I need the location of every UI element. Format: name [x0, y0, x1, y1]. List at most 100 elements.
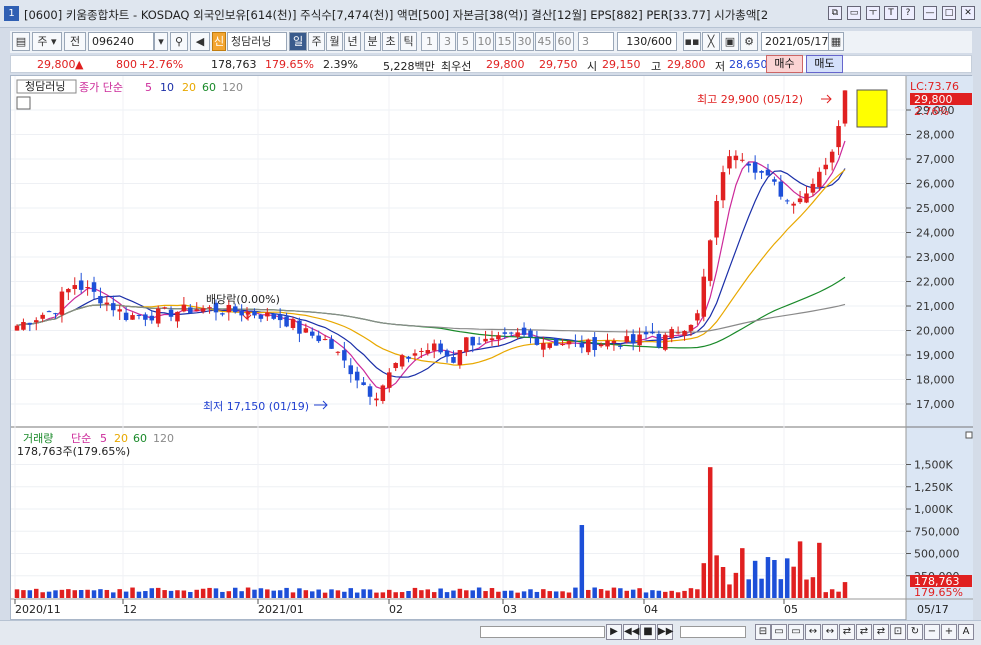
custom-period-select[interactable]: 3: [578, 32, 614, 51]
tool-icon-5[interactable]: ↔: [822, 624, 838, 640]
timeframe-week[interactable]: 주: [308, 32, 325, 51]
candle-body: [573, 340, 578, 342]
restore-icon[interactable]: ▭: [847, 6, 861, 20]
volume-bar: [354, 592, 360, 598]
volume-bar: [412, 587, 418, 598]
candle-body: [784, 200, 790, 202]
minute-30[interactable]: 30: [515, 32, 534, 51]
stock-chart[interactable]: 29,00028,00027,00026,00025,00024,00023,0…: [11, 76, 973, 621]
tool-icon-7[interactable]: ⇄: [856, 624, 872, 640]
draw-tool-icon[interactable]: ╳: [702, 32, 720, 51]
tool-icon-8[interactable]: ⇄: [873, 624, 889, 640]
minute-10[interactable]: 10: [475, 32, 494, 51]
sell-button[interactable]: 매도: [806, 55, 843, 73]
candle-body: [40, 314, 45, 319]
candle-body: [59, 291, 65, 315]
period-type-select[interactable]: 주 ▾: [32, 32, 62, 51]
minute-15[interactable]: 15: [495, 32, 514, 51]
speaker-icon[interactable]: ◀: [190, 32, 210, 51]
volume-bar: [733, 572, 739, 598]
tool-icon-4[interactable]: ↔: [805, 624, 821, 640]
zoom-out-icon[interactable]: −: [924, 624, 940, 640]
minute-5[interactable]: 5: [457, 32, 474, 51]
layout-icon[interactable]: ▤: [12, 32, 30, 51]
timeframe-day[interactable]: 일: [289, 32, 307, 51]
grid-lines: [11, 76, 906, 599]
minute-1[interactable]: 1: [421, 32, 438, 51]
tool-icon-9[interactable]: ⊡: [890, 624, 906, 640]
search-icon[interactable]: ⚲: [170, 32, 188, 51]
panel-menu-icon[interactable]: [965, 431, 973, 439]
timeframe-month[interactable]: 월: [326, 32, 343, 51]
candle-body: [637, 334, 642, 346]
scroll-track[interactable]: [480, 626, 605, 638]
stop-icon[interactable]: ■: [640, 624, 656, 640]
forward-icon[interactable]: ▶▶: [657, 624, 673, 640]
volume-bar: [252, 589, 257, 598]
highlight-box[interactable]: [856, 89, 888, 128]
zoom-slider[interactable]: [680, 626, 746, 638]
all-market-button[interactable]: 전: [64, 32, 86, 51]
save-icon[interactable]: ▣: [721, 32, 739, 51]
price-axis-label: 23,000: [916, 251, 955, 264]
up-arrow-icon: ▲: [75, 58, 84, 71]
tool-icon-1[interactable]: ⊟: [755, 624, 771, 640]
stock-code-input[interactable]: 096240: [88, 32, 154, 51]
timeframe-tick[interactable]: 틱: [400, 32, 417, 51]
volume-bar: [78, 590, 84, 598]
candle-body: [348, 365, 354, 375]
minimize-button[interactable]: —: [923, 6, 937, 20]
play-icon[interactable]: ▶: [606, 624, 622, 640]
zoom-in-icon[interactable]: +: [941, 624, 957, 640]
text-size-icon[interactable]: A: [958, 624, 974, 640]
price-axis-label: 27,000: [916, 153, 955, 166]
candle-body: [547, 343, 552, 348]
code-dropdown-icon[interactable]: ▾: [154, 32, 168, 51]
calendar-icon[interactable]: ▦: [828, 32, 844, 51]
date-input[interactable]: 2021/05/17: [761, 32, 829, 51]
volume-bar: [155, 587, 161, 598]
timeframe-minute[interactable]: 분: [364, 32, 381, 51]
minute-3[interactable]: 3: [439, 32, 456, 51]
pin-icon[interactable]: ㅜ: [866, 6, 880, 20]
volume-bar: [701, 563, 707, 598]
candle-type-icon[interactable]: ▪▪: [683, 32, 701, 51]
bar-count-field[interactable]: 130/600: [617, 32, 677, 51]
time-axis-label: 2020/11: [15, 603, 61, 616]
candle-body: [592, 337, 597, 351]
timeframe-year[interactable]: 년: [344, 32, 361, 51]
link-icon[interactable]: ⧉: [828, 6, 842, 20]
candle-body: [566, 341, 572, 345]
candle-body: [451, 357, 456, 363]
last-vol-pct-tag: 179.65%: [914, 586, 963, 599]
volume-bar: [143, 591, 148, 598]
gear-icon[interactable]: ⚙: [740, 32, 758, 51]
minute-60[interactable]: 60: [555, 32, 574, 51]
chart-navigation-bar: ▶ ◀◀ ■ ▶▶ ⊟ ▭ ▭ ↔ ↔ ⇄ ⇄ ⇄ ⊡ ↻ − + A: [0, 620, 981, 645]
close-button[interactable]: ✕: [961, 6, 975, 20]
volume-bar: [637, 588, 642, 598]
tool-icon-6[interactable]: ⇄: [839, 624, 855, 640]
text-icon[interactable]: T: [884, 6, 898, 20]
rewind-icon[interactable]: ◀◀: [623, 624, 639, 640]
maximize-button[interactable]: □: [942, 6, 956, 20]
candle-body: [695, 313, 700, 321]
refresh-icon[interactable]: ↻: [907, 624, 923, 640]
volume-bar: [297, 588, 302, 598]
volume-bar: [611, 587, 617, 598]
window-title: [0600] 키움종합차트 - KOSDAQ 외국인보유[614(천)] 주식수…: [24, 8, 769, 22]
help-icon[interactable]: ?: [901, 6, 915, 20]
volume-bar: [566, 592, 572, 598]
chart-area[interactable]: 29,000 28,000 27,000 26,000 25,000 24,000 23,0…: [10, 75, 973, 621]
volume-bar: [797, 541, 803, 598]
candle-body: [149, 315, 155, 321]
tool-icon-2[interactable]: ▭: [771, 624, 787, 640]
candle-body: [669, 329, 674, 339]
candle-body: [78, 280, 84, 290]
grid-toggle-icon[interactable]: [16, 96, 31, 110]
buy-button[interactable]: 매수: [766, 55, 803, 73]
minute-45[interactable]: 45: [535, 32, 554, 51]
timeframe-second[interactable]: 초: [382, 32, 399, 51]
tool-icon-3[interactable]: ▭: [788, 624, 804, 640]
window-titlebar: 1 [0600] 키움종합차트 - KOSDAQ 외국인보유[614(천)] 주…: [0, 0, 981, 28]
